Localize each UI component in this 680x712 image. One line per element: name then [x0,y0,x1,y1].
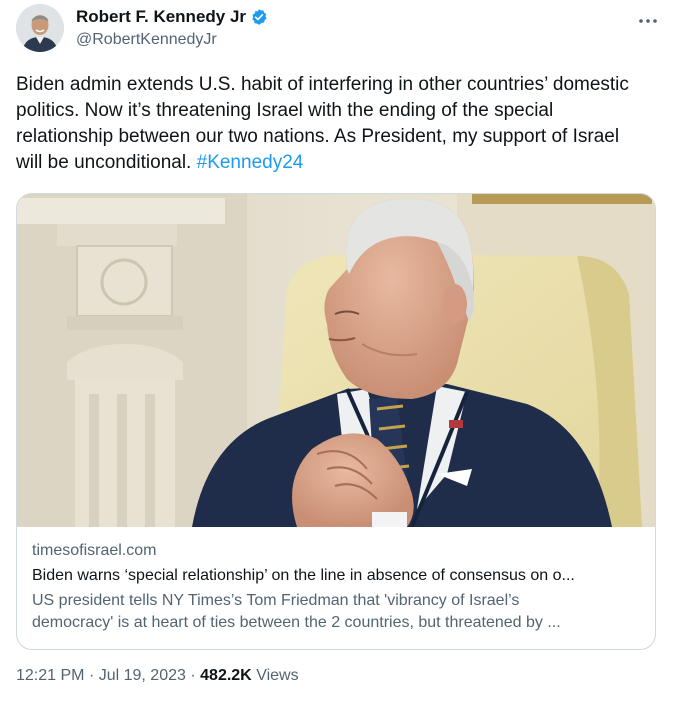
tweet: Robert F. Kennedy Jr @RobertKennedyJr Bi… [0,0,680,712]
tweet-footer: 12:21 PM · Jul 19, 2023 · 482.2K Views [16,667,299,685]
link-card[interactable]: timesofisrael.com Biden warns ‘special r… [16,193,656,650]
card-description: US president tells NY Times’s Tom Friedm… [32,590,642,634]
card-image[interactable] [17,194,655,527]
card-photo [17,194,655,527]
views-label: Views [256,667,299,684]
tweet-time[interactable]: 12:21 PM [16,667,84,684]
verified-badge-icon [250,8,268,26]
tweet-text-line: will be unconditional. #Kennedy24 [16,150,656,176]
tweet-text: Biden admin extends U.S. habit of interf… [16,72,656,176]
card-domain: timesofisrael.com [32,542,157,559]
card-description-line: US president tells NY Times’s Tom Friedm… [32,592,520,609]
author-name[interactable]: Robert F. Kennedy Jr [76,7,246,27]
card-title: Biden warns ‘special relationship’ on th… [32,567,575,584]
card-description-line: democracy' is at heart of ties between t… [32,614,561,631]
author-handle[interactable]: @RobertKennedyJr [76,31,217,49]
card-meta: timesofisrael.com Biden warns ‘special r… [32,540,642,634]
hashtag-link[interactable]: #Kennedy24 [197,152,304,173]
tweet-date[interactable]: Jul 19, 2023 [99,667,186,684]
separator: · [88,667,99,684]
separator: · [190,667,201,684]
tweet-text-line: relationship between our two nations. As… [16,126,620,147]
more-options-icon[interactable] [638,8,658,29]
tweet-text-tail: will be unconditional. [16,152,192,173]
views-count: 482.2K [200,667,252,684]
author-name-row: Robert F. Kennedy Jr [76,7,268,27]
author-avatar[interactable] [16,4,64,52]
avatar-image [16,4,64,52]
tweet-text-line: Biden admin extends U.S. habit of interf… [16,74,629,95]
tweet-text-line: politics. Now it’s threatening Israel wi… [16,100,554,121]
